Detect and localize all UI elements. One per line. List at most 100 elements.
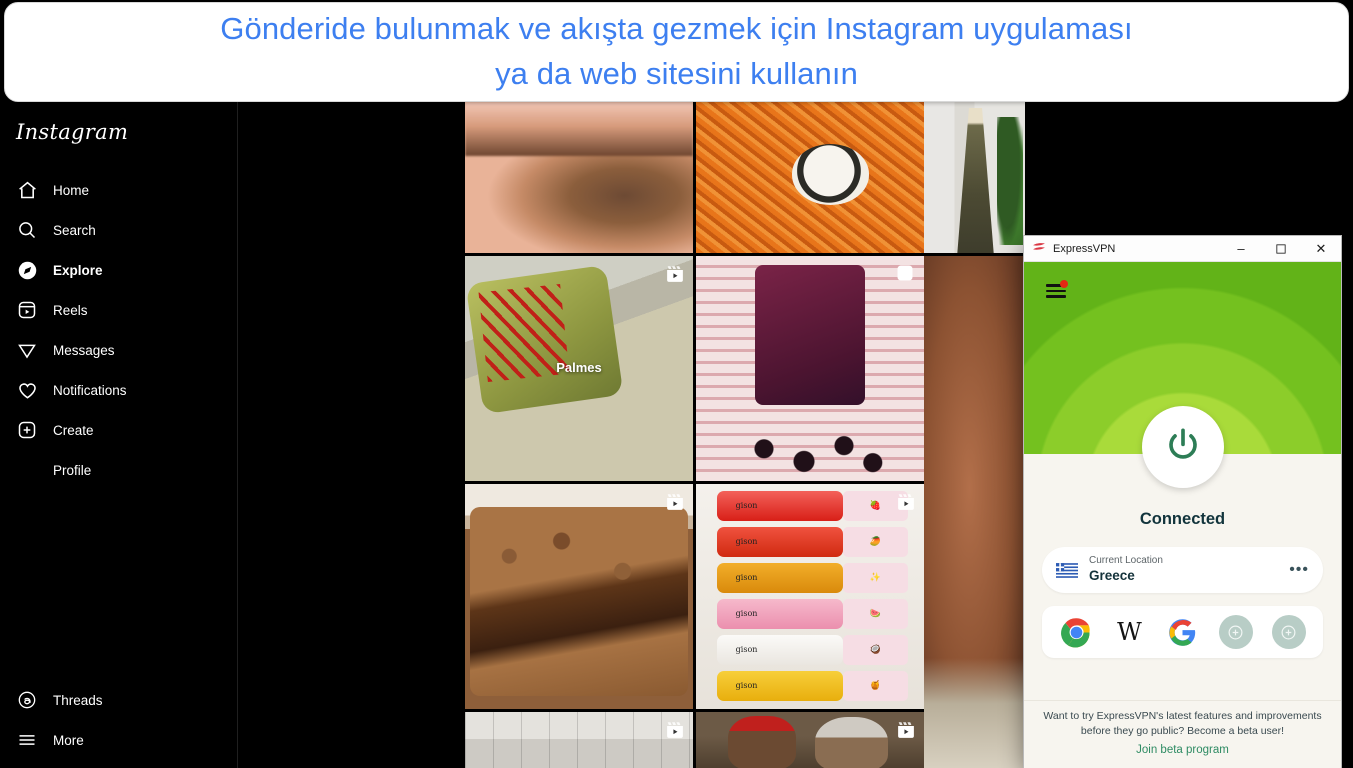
instagram-logo[interactable]: Instagram <box>16 120 128 144</box>
paper-plane-icon <box>16 339 38 361</box>
close-button[interactable]: ✕ <box>1301 236 1341 262</box>
sidebar-item-messages[interactable]: Messages <box>0 330 238 370</box>
post-thumbnail <box>696 102 924 253</box>
current-location-card[interactable]: Current Location Greece ••• <box>1042 547 1323 593</box>
grid-post-tiles[interactable] <box>465 712 693 768</box>
sidebar-label-notifications: Notifications <box>53 382 127 398</box>
gloss-label: gison <box>716 598 843 630</box>
instagram-sidebar: Instagram Home Search Explore Reels Mess… <box>0 102 238 768</box>
sidebar-label-messages: Messages <box>53 342 115 358</box>
banner-line-1: Gönderide bulunmak ve akışta gezmek için… <box>220 11 1133 47</box>
sidebar-label-threads: Threads <box>53 692 103 708</box>
grid-post-ramen[interactable] <box>696 102 924 253</box>
heart-icon <box>16 379 38 401</box>
power-icon <box>1163 425 1203 470</box>
compass-icon <box>16 259 38 281</box>
reel-icon <box>895 719 917 741</box>
location-more-button[interactable]: ••• <box>1289 561 1309 579</box>
reel-icon <box>664 263 686 285</box>
expressvpn-logo-icon <box>1032 242 1046 255</box>
screenshot-root: Instagram Home Search Explore Reels Mess… <box>0 0 1353 768</box>
current-location-value: Greece <box>1089 567 1135 583</box>
power-button-wrapper <box>1141 406 1224 488</box>
chrome-shortcut-icon[interactable] <box>1060 615 1094 649</box>
gloss-label: gison <box>716 526 843 558</box>
sidebar-label-reels: Reels <box>53 302 88 318</box>
grid-post-skin[interactable] <box>924 256 1025 768</box>
wikipedia-shortcut-icon[interactable]: W <box>1113 615 1147 649</box>
vpn-body: Connected Current Location Greece ••• W … <box>1024 454 1341 768</box>
gloss-label: gison <box>716 490 843 522</box>
add-shortcut-button-1[interactable] <box>1218 615 1253 649</box>
minimize-button[interactable]: – <box>1221 236 1261 262</box>
sidebar-item-more[interactable]: More <box>0 720 238 760</box>
sidebar-label-explore: Explore <box>53 262 103 278</box>
sidebar-item-notifications[interactable]: Notifications <box>0 370 238 410</box>
grid-post-lipgloss[interactable]: gison 🍓 gison 🥭 gison ✨ gison 🍉 gison 🥥 … <box>696 484 924 709</box>
greece-flag-icon <box>1056 562 1078 578</box>
join-beta-program-link[interactable]: Join beta program <box>1136 744 1229 756</box>
sidebar-nav-bottom: Threads More <box>0 680 238 760</box>
search-icon <box>16 219 38 241</box>
post-thumbnail <box>696 712 924 768</box>
shortcuts-card: W <box>1042 606 1323 658</box>
gloss-emoji: 🥥 <box>842 634 909 666</box>
expressvpn-window: ExpressVPN – ✕ Connected Current Locatio… <box>1024 236 1341 768</box>
window-title: ExpressVPN <box>1053 242 1116 255</box>
gloss-emoji: 🥭 <box>842 526 909 558</box>
reels-icon <box>16 299 38 321</box>
reel-icon <box>664 491 686 513</box>
sidebar-item-create[interactable]: Create <box>0 410 238 450</box>
sidebar-item-profile[interactable]: Profile <box>0 450 238 490</box>
plus-square-icon <box>16 419 38 441</box>
gloss-emoji: 🍉 <box>842 598 909 630</box>
sidebar-label-profile: Profile <box>53 462 92 478</box>
instruction-banner: Gönderide bulunmak ve akışta gezmek için… <box>4 2 1349 102</box>
carousel-icon <box>895 263 917 285</box>
gloss-label: gison <box>716 634 843 666</box>
sidebar-item-explore[interactable]: Explore <box>0 250 238 290</box>
vpn-power-button[interactable] <box>1141 406 1224 488</box>
reel-icon <box>664 719 686 741</box>
grid-post-cherries[interactable] <box>696 256 924 481</box>
sidebar-item-home[interactable]: Home <box>0 170 238 210</box>
post-thumbnail <box>924 102 1025 253</box>
post-thumbnail <box>696 256 924 481</box>
google-shortcut-icon[interactable] <box>1166 615 1200 649</box>
wikipedia-letter: W <box>1117 618 1142 646</box>
connection-status-text: Connected <box>1139 510 1226 528</box>
hamburger-icon <box>16 729 38 751</box>
gloss-emoji: 🍯 <box>842 670 909 702</box>
grid-post-dress[interactable] <box>924 102 1025 253</box>
sidebar-item-search[interactable]: Search <box>0 210 238 250</box>
location-texts: Current Location Greece <box>1089 555 1163 584</box>
notification-dot-icon <box>1060 280 1068 288</box>
post-thumbnail <box>465 484 693 709</box>
grid-post-blurred-closeup[interactable] <box>465 102 693 253</box>
beta-banner: Want to try ExpressVPN's latest features… <box>1024 700 1341 768</box>
maximize-button[interactable] <box>1261 236 1301 262</box>
sidebar-label-create: Create <box>53 422 94 438</box>
sidebar-item-threads[interactable]: Threads <box>0 680 238 720</box>
grid-post-two-women[interactable] <box>696 712 924 768</box>
grid-post-cake[interactable] <box>465 484 693 709</box>
sidebar-label-more: More <box>53 732 84 748</box>
add-shortcut-button-2[interactable] <box>1271 615 1306 649</box>
gloss-label: gison <box>716 670 843 702</box>
sidebar-item-reels[interactable]: Reels <box>0 290 238 330</box>
banner-text: Gönderide bulunmak ve akışta gezmek için… <box>206 7 1146 97</box>
post-thumbnail: gison 🍓 gison 🥭 gison ✨ gison 🍉 gison 🥥 … <box>696 484 924 709</box>
window-title-bar[interactable]: ExpressVPN – ✕ <box>1024 236 1341 262</box>
sidebar-nav-list: Home Search Explore Reels Messages Notif… <box>0 170 238 490</box>
explore-grid-column-3 <box>924 102 1025 768</box>
current-location-label: Current Location <box>1089 555 1163 567</box>
gloss-emoji: ✨ <box>842 562 909 594</box>
sidebar-label-search: Search <box>53 222 96 238</box>
grid-post-tamale[interactable]: Palmes <box>465 256 693 481</box>
home-icon <box>16 179 38 201</box>
post-thumbnail <box>924 256 1025 768</box>
sidebar-label-home: Home <box>53 182 90 198</box>
beta-description: Want to try ExpressVPN's latest features… <box>1043 710 1322 738</box>
vpn-hamburger-menu-icon[interactable] <box>1046 280 1068 300</box>
reel-icon <box>895 491 917 513</box>
